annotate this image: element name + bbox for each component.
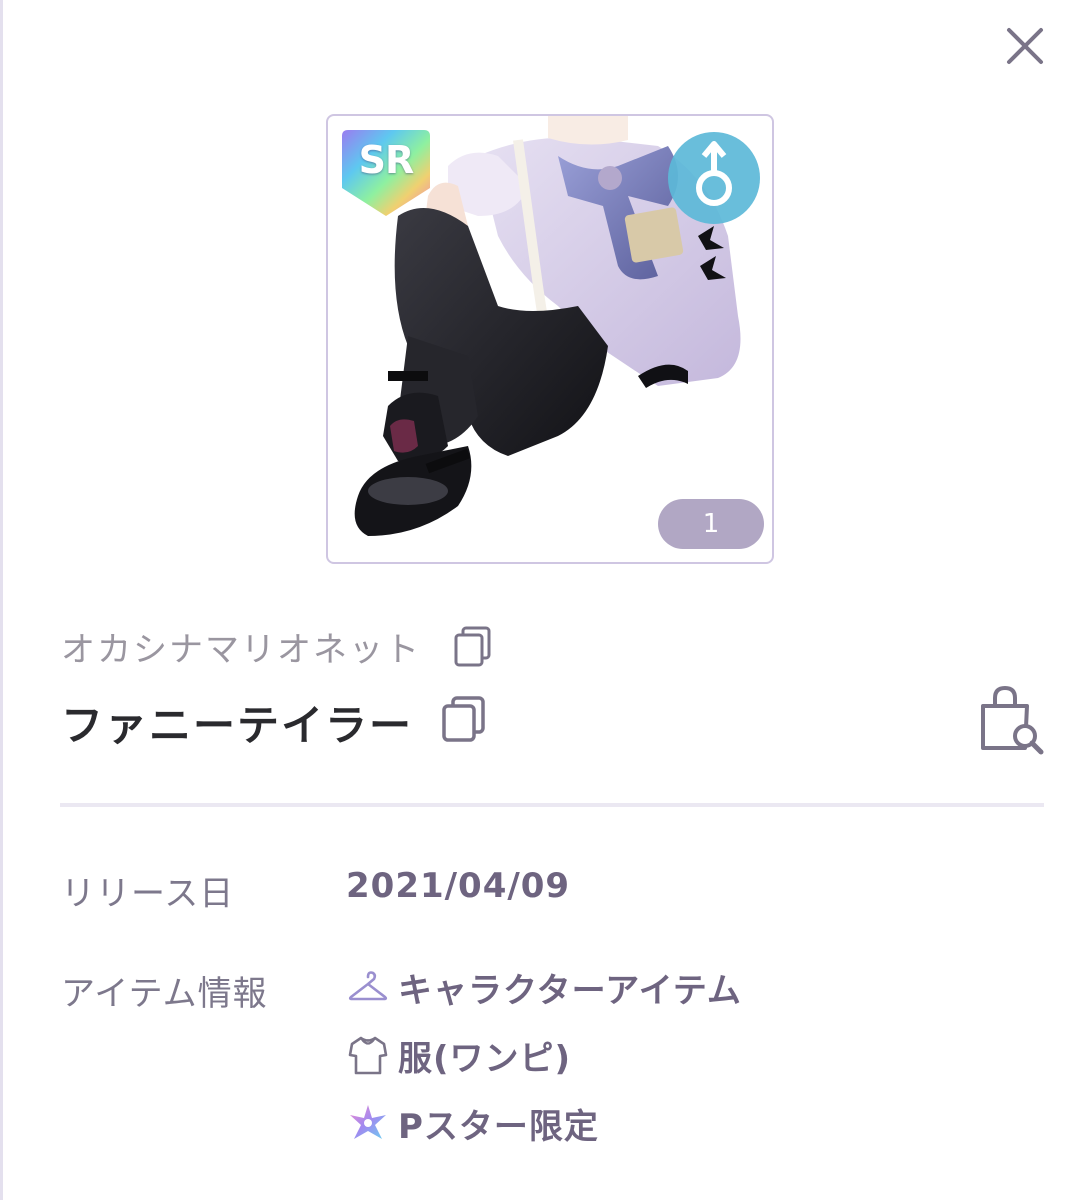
item-tag-character: キャラクターアイテム	[346, 962, 742, 1012]
copy-series-icon[interactable]	[451, 624, 495, 668]
release-date-label: リリース日	[61, 874, 235, 914]
pstar-icon	[350, 1105, 386, 1139]
item-detail-panel: SR 1 オカシナマリオネット ファニーテイラー リリース日 2021/04/0…	[0, 0, 1089, 1200]
divider	[60, 803, 1044, 807]
tag-label: 服(ワンピ)	[398, 1038, 572, 1079]
item-tag-category: 服(ワンピ)	[346, 1030, 571, 1080]
male-icon	[668, 132, 760, 224]
dress-icon	[348, 1036, 388, 1075]
shop-search-icon[interactable]	[975, 684, 1047, 756]
copy-name-icon[interactable]	[439, 694, 489, 744]
close-icon[interactable]	[999, 20, 1051, 72]
hanger-icon	[348, 971, 388, 1001]
tag-label: キャラクターアイテム	[398, 970, 742, 1011]
item-card[interactable]: SR 1	[326, 114, 774, 564]
item-name: ファニーテイラー	[61, 701, 414, 750]
owned-count-badge: 1	[658, 499, 764, 549]
item-tag-pstar: Pスター限定	[346, 1098, 599, 1148]
series-name: オカシナマリオネット	[61, 630, 421, 670]
item-info-label: アイテム情報	[61, 974, 268, 1014]
tag-label: Pスター限定	[398, 1106, 599, 1147]
rarity-label: SR	[358, 138, 415, 182]
release-date-value: 2021/04/09	[346, 866, 571, 906]
